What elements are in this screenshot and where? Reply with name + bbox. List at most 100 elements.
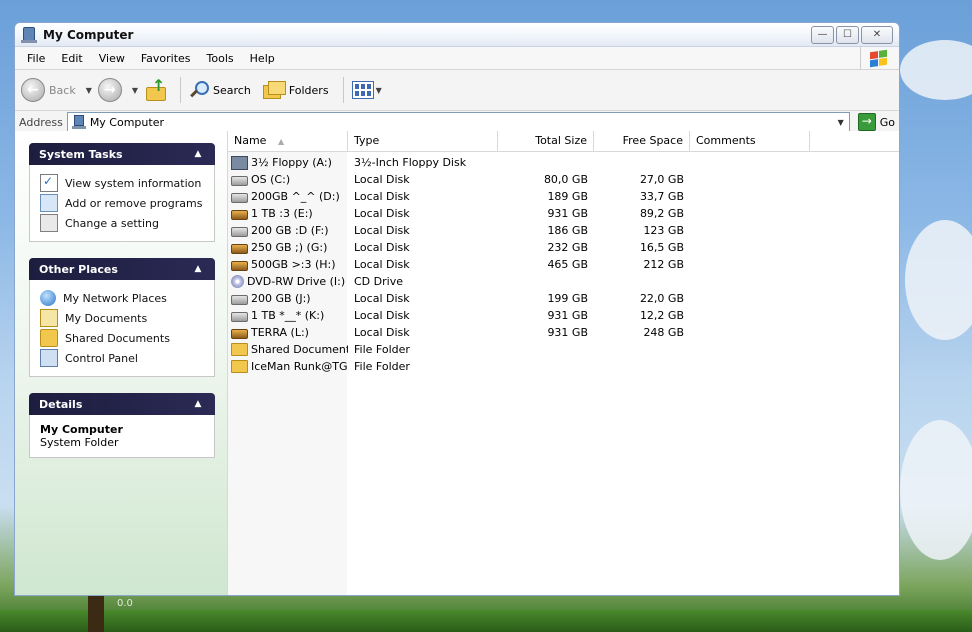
- search-icon: [189, 80, 210, 100]
- maximize-button[interactable]: ☐: [836, 25, 859, 44]
- task-add-remove-programs[interactable]: Add or remove programs: [40, 193, 204, 213]
- file-name: Shared Documents: [251, 343, 348, 356]
- back-button[interactable]: ← Back: [21, 78, 76, 102]
- file-free-space: 248 GB: [643, 326, 684, 339]
- menu-file[interactable]: File: [19, 52, 53, 65]
- folder-icon: [40, 329, 58, 347]
- place-my-documents[interactable]: My Documents: [40, 308, 204, 328]
- file-free-space: 123 GB: [643, 224, 684, 237]
- other-places-header[interactable]: Other Places ▲: [29, 258, 215, 280]
- file-total-size: 931 GB: [547, 207, 588, 220]
- file-name-cell: DVD-RW Drive (I:): [228, 275, 348, 288]
- folders-button[interactable]: Folders: [262, 81, 329, 99]
- column-name[interactable]: Name ▲: [228, 131, 348, 151]
- task-change-setting[interactable]: Change a setting: [40, 213, 204, 233]
- collapse-chevron-icon[interactable]: ▲: [191, 397, 205, 411]
- task-view-system-info[interactable]: View system information: [40, 173, 204, 193]
- file-name-cell: IceMan Runk@TG09: [228, 360, 348, 373]
- file-name: 200 GB (J:): [251, 292, 311, 305]
- system-tasks-body: View system information Add or remove pr…: [29, 165, 215, 242]
- folders-label: Folders: [288, 83, 329, 97]
- floppy-icon: [231, 155, 248, 170]
- system-tasks-header[interactable]: System Tasks ▲: [29, 143, 215, 165]
- file-type: Local Disk: [354, 258, 410, 271]
- go-button[interactable]: → Go: [857, 113, 895, 131]
- place-control-panel[interactable]: Control Panel: [40, 348, 204, 368]
- file-row[interactable]: 1 TB *__* (K:) Local Disk 931 GB 12,2 GB: [228, 307, 899, 324]
- collapse-chevron-icon[interactable]: ▲: [191, 262, 205, 276]
- folder-icon: [231, 343, 248, 356]
- column-comments[interactable]: Comments: [690, 131, 810, 151]
- views-button[interactable]: ▼: [351, 81, 388, 99]
- column-free-space[interactable]: Free Space: [594, 131, 690, 151]
- file-row[interactable]: 200 GB (J:) Local Disk 199 GB 22,0 GB: [228, 290, 899, 307]
- file-type: File Folder: [354, 343, 410, 356]
- file-row[interactable]: OS (C:) Local Disk 80,0 GB 27,0 GB: [228, 171, 899, 188]
- task-pane: System Tasks ▲ View system information A…: [15, 131, 227, 595]
- file-name-cell: 1 TB :3 (E:): [228, 207, 348, 220]
- file-row[interactable]: 3½ Floppy (A:) 3½-Inch Floppy Disk: [228, 154, 899, 171]
- file-name-cell: 200GB ^_^ (D:): [228, 190, 348, 203]
- up-button[interactable]: ↑: [144, 78, 167, 101]
- file-row[interactable]: 250 GB ;) (G:) Local Disk 232 GB 16,5 GB: [228, 239, 899, 256]
- desktop-tree: [88, 592, 104, 632]
- search-button[interactable]: Search: [189, 80, 251, 100]
- menu-favorites[interactable]: Favorites: [133, 52, 199, 65]
- minimize-button[interactable]: —: [811, 25, 834, 44]
- desktop-grass: [0, 610, 972, 632]
- file-total-size: 186 GB: [547, 224, 588, 237]
- file-name-cell: 200 GB :D (F:): [228, 224, 348, 237]
- file-name: OS (C:): [251, 173, 291, 186]
- content-area: System Tasks ▲ View system information A…: [15, 131, 899, 595]
- file-total-size: 232 GB: [547, 241, 588, 254]
- address-dropdown-icon[interactable]: ▼: [833, 113, 849, 131]
- file-type: File Folder: [354, 360, 410, 373]
- file-row[interactable]: 200GB ^_^ (D:) Local Disk 189 GB 33,7 GB: [228, 188, 899, 205]
- forward-history-dropdown[interactable]: ▼: [132, 86, 138, 95]
- title-bar[interactable]: My Computer — ☐ ✕: [15, 23, 899, 47]
- other-places-body: My Network Places My Documents Shared Do…: [29, 280, 215, 377]
- collapse-chevron-icon[interactable]: ▲: [191, 147, 205, 161]
- details-body: My Computer System Folder: [29, 415, 215, 458]
- file-row[interactable]: Shared Documents File Folder: [228, 341, 899, 358]
- back-history-dropdown[interactable]: ▼: [86, 86, 92, 95]
- place-label: Control Panel: [65, 351, 138, 365]
- window-title: My Computer: [43, 27, 134, 42]
- forward-arrow-icon: →: [97, 78, 122, 102]
- file-name-cell: 200 GB (J:): [228, 292, 348, 305]
- details-title: Details: [39, 397, 83, 411]
- desktop-cloud: [905, 220, 972, 340]
- forward-button[interactable]: →: [97, 78, 122, 102]
- toolbar: ← Back ▼ → ▼ ↑ Search Folders ▼: [15, 70, 899, 111]
- file-type: CD Drive: [354, 275, 403, 288]
- file-total-size: 80,0 GB: [543, 173, 588, 186]
- address-value: My Computer: [89, 115, 164, 129]
- column-type[interactable]: Type: [348, 131, 498, 151]
- drive-color-icon: [231, 244, 248, 254]
- menu-view[interactable]: View: [91, 52, 133, 65]
- place-my-network-places[interactable]: My Network Places: [40, 288, 204, 308]
- details-header[interactable]: Details ▲: [29, 393, 215, 415]
- folders-icon: [262, 81, 286, 99]
- drive-color-icon: [231, 329, 248, 339]
- file-row[interactable]: TERRA (L:) Local Disk 931 GB 248 GB: [228, 324, 899, 341]
- my-computer-icon: [71, 115, 86, 129]
- file-free-space: 12,2 GB: [639, 309, 684, 322]
- address-field[interactable]: My Computer ▼: [66, 112, 850, 132]
- file-total-size: 931 GB: [547, 326, 588, 339]
- place-shared-documents[interactable]: Shared Documents: [40, 328, 204, 348]
- file-row[interactable]: 200 GB :D (F:) Local Disk 186 GB 123 GB: [228, 222, 899, 239]
- file-row[interactable]: 500GB >:3 (H:) Local Disk 465 GB 212 GB: [228, 256, 899, 273]
- column-total-size[interactable]: Total Size: [498, 131, 594, 151]
- menu-edit[interactable]: Edit: [53, 52, 90, 65]
- drive-icon: [231, 312, 248, 322]
- file-row[interactable]: 1 TB :3 (E:) Local Disk 931 GB 89,2 GB: [228, 205, 899, 222]
- network-places-icon: [40, 290, 56, 306]
- close-button[interactable]: ✕: [861, 25, 893, 44]
- file-row[interactable]: DVD-RW Drive (I:) CD Drive: [228, 273, 899, 290]
- go-arrow-icon: →: [857, 113, 876, 131]
- menu-help[interactable]: Help: [242, 52, 283, 65]
- file-row[interactable]: IceMan Runk@TG09 File Folder: [228, 358, 899, 375]
- file-name: 3½ Floppy (A:): [251, 156, 332, 169]
- menu-tools[interactable]: Tools: [199, 52, 242, 65]
